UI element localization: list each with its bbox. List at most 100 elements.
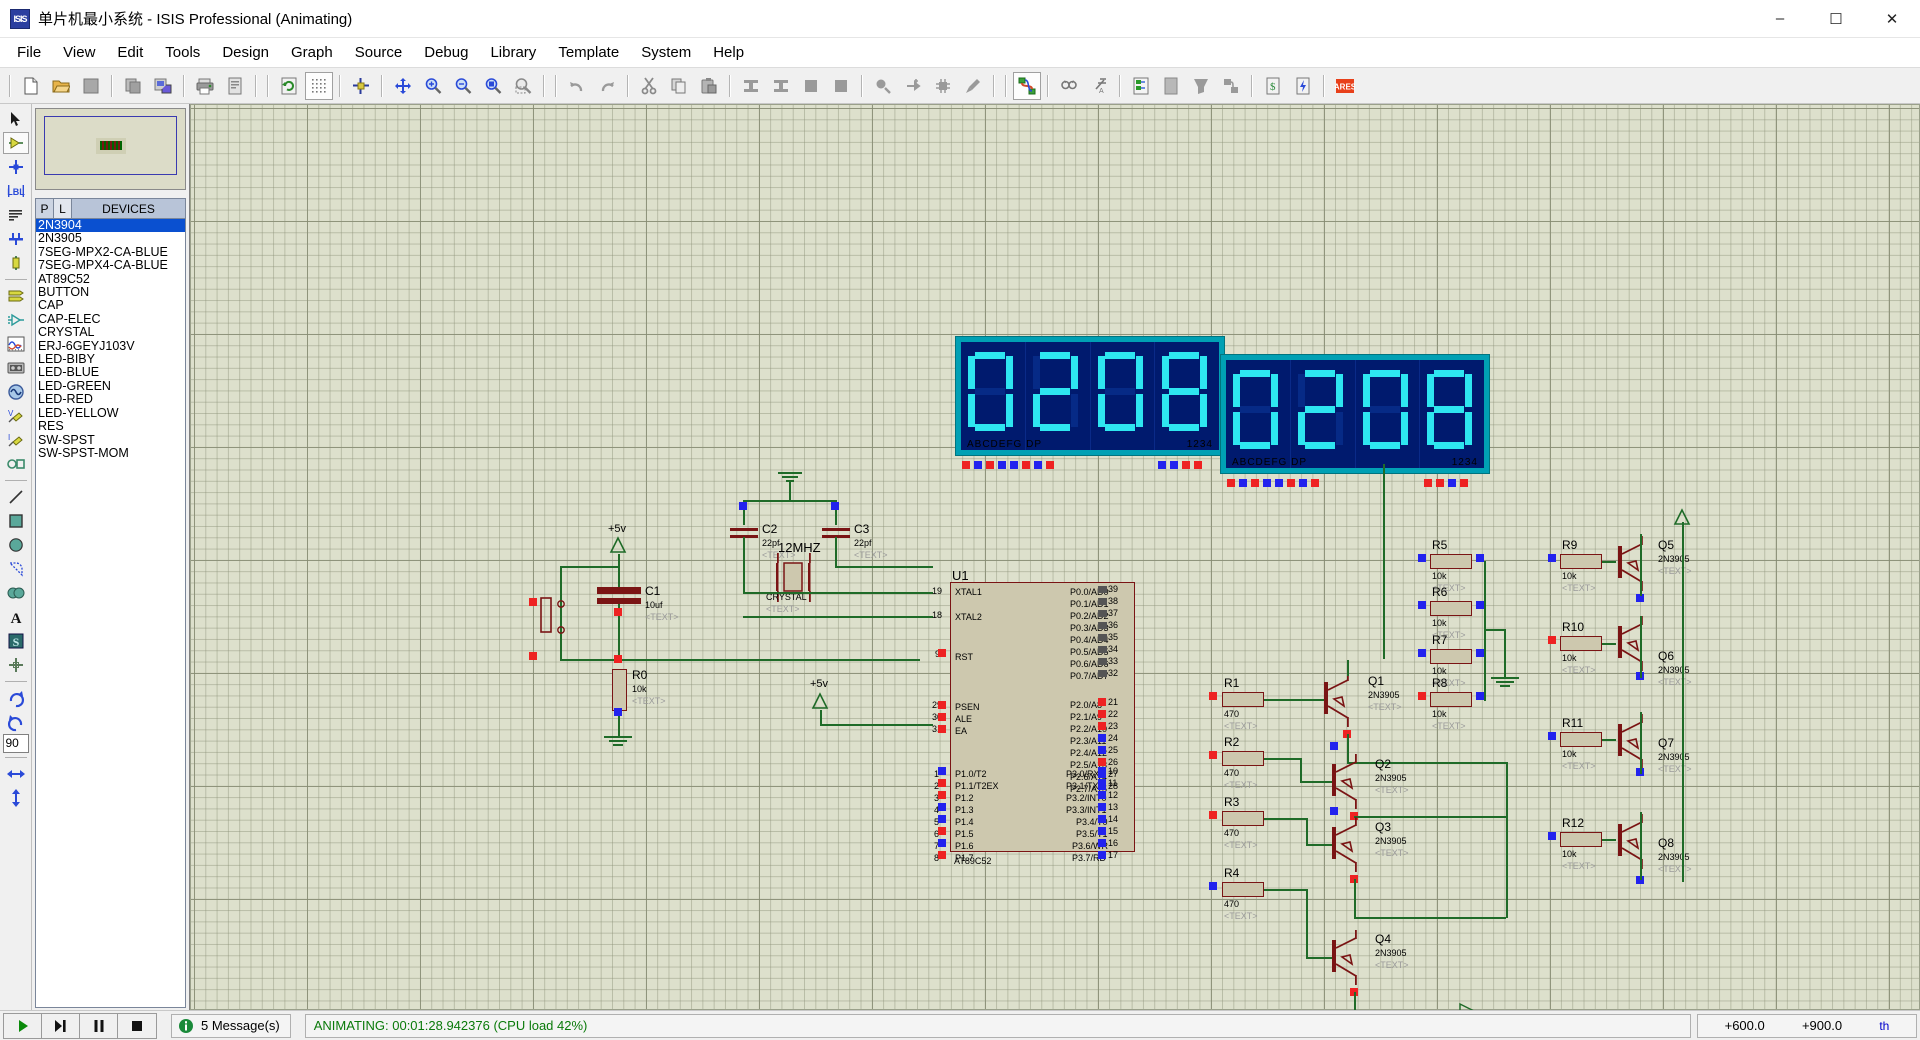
exit-sheet-icon[interactable] <box>1217 72 1245 100</box>
cut-icon[interactable] <box>635 72 663 100</box>
seg7-display-1[interactable]: ABCDEFG DP 1234 <box>955 336 1225 456</box>
selection-mode-icon[interactable] <box>3 108 29 130</box>
pause-button[interactable] <box>80 1013 118 1038</box>
zoom-out-icon[interactable] <box>449 72 477 100</box>
stop-button[interactable] <box>118 1013 156 1038</box>
menu-file[interactable]: File <box>6 40 52 65</box>
list-item[interactable]: ERJ-6GEYJ103V <box>36 340 185 353</box>
new-file-icon[interactable] <box>17 72 45 100</box>
menu-graph[interactable]: Graph <box>280 40 344 65</box>
text-script-icon[interactable] <box>3 204 29 226</box>
list-item[interactable]: LED-BLUE <box>36 366 185 379</box>
schematic-canvas[interactable]: ABCDEFG DP 1234 ABCDEFG DP 1234 +5v C1 1… <box>190 104 1920 1010</box>
tape-recorder-icon[interactable] <box>3 357 29 379</box>
path-tool-icon[interactable] <box>3 582 29 604</box>
pick-device-icon[interactable] <box>869 72 897 100</box>
block-copy-icon[interactable] <box>737 72 765 100</box>
save-file-icon[interactable] <box>77 72 105 100</box>
search-tag-icon[interactable] <box>1055 72 1083 100</box>
print-icon[interactable] <box>191 72 219 100</box>
design-explorer-icon[interactable] <box>1127 72 1155 100</box>
print-area-icon[interactable] <box>221 72 249 100</box>
generator-icon[interactable] <box>3 381 29 403</box>
box-tool-icon[interactable] <box>3 510 29 532</box>
menu-source[interactable]: Source <box>344 40 414 65</box>
component-mode-icon[interactable] <box>2 132 29 154</box>
import-section-icon[interactable] <box>119 72 147 100</box>
electrical-rule-check-icon[interactable] <box>1289 72 1317 100</box>
pan-icon[interactable] <box>389 72 417 100</box>
header-pick-button[interactable]: P <box>36 199 54 218</box>
list-item[interactable]: 7SEG-MPX2-CA-BLUE <box>36 246 185 259</box>
q1-symbol[interactable] <box>1316 672 1360 733</box>
zoom-select-icon[interactable] <box>509 72 537 100</box>
new-sheet-icon[interactable] <box>1157 72 1185 100</box>
q2-symbol[interactable] <box>1324 754 1368 815</box>
redo-icon[interactable] <box>593 72 621 100</box>
export-section-icon[interactable] <box>149 72 177 100</box>
subcircuit-icon[interactable] <box>3 252 29 274</box>
step-button[interactable] <box>42 1013 80 1038</box>
list-item[interactable]: CRYSTAL <box>36 326 185 339</box>
menu-template[interactable]: Template <box>547 40 630 65</box>
circle-tool-icon[interactable] <box>3 534 29 556</box>
menu-system[interactable]: System <box>630 40 702 65</box>
rotate-cw-icon[interactable] <box>3 687 29 709</box>
menu-library[interactable]: Library <box>479 40 547 65</box>
zoom-area-icon[interactable] <box>479 72 507 100</box>
list-item[interactable]: CAP <box>36 299 185 312</box>
block-rotate-icon[interactable] <box>797 72 825 100</box>
bus-mode-icon[interactable] <box>3 228 29 250</box>
remove-sheet-icon[interactable] <box>1187 72 1215 100</box>
menu-debug[interactable]: Debug <box>413 40 479 65</box>
undo-icon[interactable] <box>563 72 591 100</box>
list-item[interactable]: AT89C52 <box>36 273 185 286</box>
q3-symbol[interactable] <box>1324 817 1368 878</box>
list-item[interactable]: 2N3904 <box>36 219 185 233</box>
play-button[interactable] <box>4 1013 42 1038</box>
menu-help[interactable]: Help <box>702 40 755 65</box>
block-move-icon[interactable] <box>767 72 795 100</box>
bill-of-materials-icon[interactable]: $ <box>1259 72 1287 100</box>
zoom-in-icon[interactable] <box>419 72 447 100</box>
current-probe-icon[interactable]: I <box>3 429 29 451</box>
decompose-icon[interactable] <box>959 72 987 100</box>
list-item[interactable]: LED-BIBY <box>36 353 185 366</box>
rotate-ccw-icon[interactable] <box>3 711 29 733</box>
list-item[interactable]: LED-GREEN <box>36 380 185 393</box>
q6-symbol[interactable] <box>1610 616 1654 677</box>
symbol-tool-icon[interactable]: S <box>3 630 29 652</box>
message-status[interactable]: 5 Message(s) <box>171 1013 291 1038</box>
reset-button[interactable] <box>535 592 567 659</box>
q7-symbol[interactable] <box>1610 714 1654 775</box>
list-item[interactable]: RES <box>36 420 185 433</box>
minimize-button[interactable]: – <box>1752 0 1808 38</box>
devices-list[interactable]: 2N3904 2N3905 7SEG-MPX2-CA-BLUE 7SEG-MPX… <box>35 218 186 1008</box>
mirror-y-icon[interactable] <box>3 787 29 809</box>
header-library-button[interactable]: L <box>54 199 72 218</box>
mirror-x-icon[interactable] <box>3 763 29 785</box>
package-device-icon[interactable] <box>929 72 957 100</box>
line-tool-icon[interactable] <box>3 486 29 508</box>
preview-pane[interactable] <box>35 108 186 190</box>
list-item[interactable]: CAP-ELEC <box>36 313 185 326</box>
maximize-button[interactable]: ☐ <box>1808 0 1864 38</box>
refresh-display-icon[interactable] <box>275 72 303 100</box>
open-file-icon[interactable] <box>47 72 75 100</box>
list-item[interactable]: LED-RED <box>36 393 185 406</box>
list-item[interactable]: 7SEG-MPX4-CA-BLUE <box>36 259 185 272</box>
voltage-probe-icon[interactable]: V <box>3 405 29 427</box>
toggle-grid-icon[interactable] <box>305 71 333 100</box>
rotation-angle-input[interactable]: 90 <box>2 734 29 753</box>
q5-symbol[interactable] <box>1610 536 1654 597</box>
virtual-instrument-icon[interactable] <box>3 453 29 475</box>
menu-edit[interactable]: Edit <box>106 40 154 65</box>
list-item[interactable]: SW-SPST <box>36 434 185 447</box>
ares-netlist-icon[interactable]: ARES <box>1331 72 1359 100</box>
wire-label-icon[interactable]: LBL <box>3 180 29 202</box>
copy-icon[interactable] <box>665 72 693 100</box>
terminals-icon[interactable] <box>3 285 29 307</box>
list-item[interactable]: LED-YELLOW <box>36 407 185 420</box>
junction-dot-icon[interactable] <box>3 156 29 178</box>
graph-mode-icon[interactable] <box>3 333 29 355</box>
